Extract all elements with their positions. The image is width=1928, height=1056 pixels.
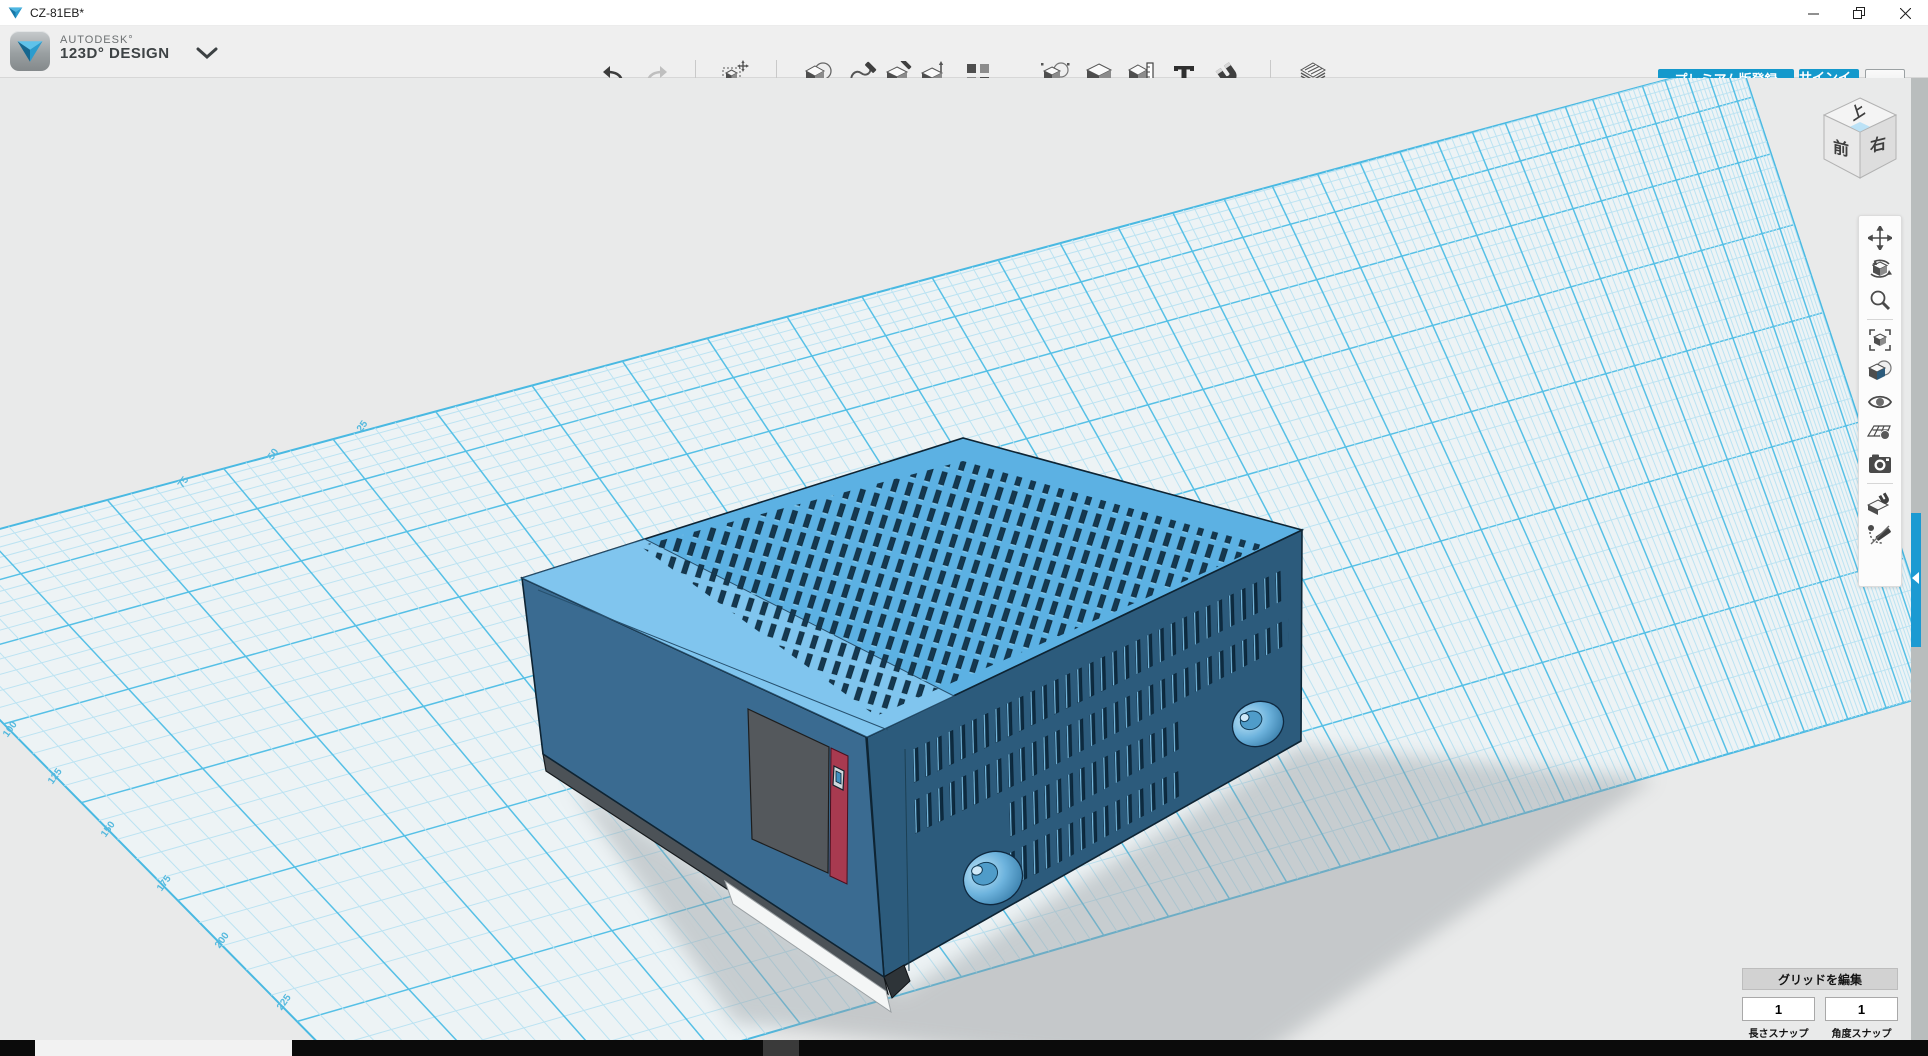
close-button[interactable] (1882, 0, 1928, 26)
main-toolbar: AUTODESK° 123D° DESIGN (0, 26, 1928, 78)
visibility-icon (1867, 392, 1893, 412)
model-power-switch (833, 766, 844, 790)
viewcube-front-label[interactable]: 前 (1833, 137, 1849, 160)
snap-toggle-icon (1867, 492, 1893, 516)
length-snap-label: 長さスナップ (1742, 1025, 1815, 1040)
viewcube-right-label[interactable]: 右 (1870, 133, 1886, 156)
bottom-edge-bar (0, 1040, 1928, 1056)
display-mode-icon (1867, 359, 1893, 383)
window-title: CZ-81EB* (30, 6, 84, 20)
minimize-button[interactable] (1790, 0, 1836, 26)
grid-visibility-icon (1867, 422, 1893, 444)
view-tools-separator (1867, 319, 1893, 320)
app-window: CZ-81EB* (0, 0, 1928, 1056)
bottom-bar-light-segment (35, 1040, 292, 1056)
view-tools-separator (1867, 483, 1893, 484)
grid-controls: グリッドを編集 長さスナップ 角度スナップ (1742, 968, 1898, 1040)
snap-toggle-tool[interactable] (1865, 488, 1895, 519)
right-panel-strip (1911, 78, 1928, 1040)
grid-visibility-tool[interactable] (1865, 417, 1895, 448)
panel-collapse-arrow-icon[interactable] (1912, 572, 1919, 584)
title-bar: CZ-81EB* (0, 0, 1928, 26)
brand-block: AUTODESK° 123D° DESIGN (60, 34, 170, 63)
angle-snap-input[interactable] (1825, 997, 1898, 1021)
123d-logo-icon (16, 39, 44, 64)
display-mode-tool[interactable] (1865, 355, 1895, 386)
orbit-tool[interactable] (1865, 253, 1895, 284)
zoom-tool[interactable] (1865, 284, 1895, 315)
restore-button[interactable] (1836, 0, 1882, 26)
fit-view-tool[interactable] (1865, 324, 1895, 355)
brand-product: 123D° DESIGN (60, 46, 170, 63)
sketch-visibility-tool[interactable] (1865, 519, 1895, 550)
orbit-icon (1868, 257, 1892, 281)
app-menu-chevron-icon[interactable] (196, 46, 218, 60)
screenshot-tool[interactable] (1865, 448, 1895, 479)
bottom-bar-gray-segment (763, 1040, 799, 1056)
visibility-tool[interactable] (1865, 386, 1895, 417)
length-snap-input[interactable] (1742, 997, 1815, 1021)
app-menu-logo[interactable] (10, 31, 50, 71)
zoom-icon (1868, 288, 1892, 312)
view-tools-panel (1858, 215, 1902, 587)
edit-grid-button[interactable]: グリッドを編集 (1742, 968, 1898, 990)
viewport-canvas[interactable]: 255075100125150175200225 (0, 78, 1928, 1040)
model-3d[interactable] (420, 378, 1680, 1040)
angle-snap-label: 角度スナップ (1825, 1025, 1898, 1040)
screenshot-icon (1868, 454, 1892, 474)
sketch-visibility-icon (1867, 523, 1893, 547)
pan-tool[interactable] (1865, 222, 1895, 253)
app-logo-icon (8, 6, 23, 20)
pan-icon (1868, 226, 1892, 250)
viewcube[interactable]: 上 前 右 (1812, 88, 1912, 188)
fit-view-icon (1868, 328, 1892, 352)
